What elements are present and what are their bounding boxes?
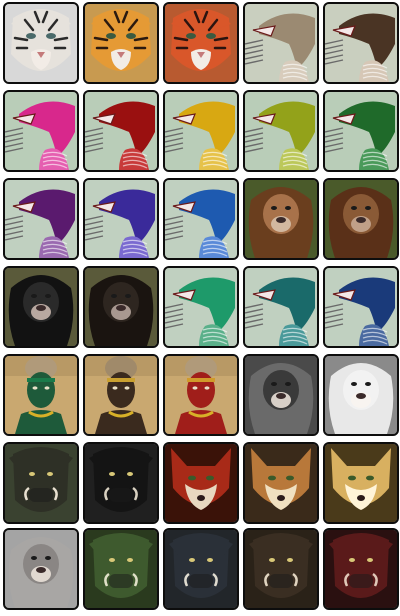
lion-face-image: [245, 180, 317, 258]
hair-side-face-image: [165, 92, 237, 170]
fox-face-image: [325, 444, 397, 522]
hair-side-face-image: [245, 268, 317, 346]
texture-thumbnail[interactable]: [243, 90, 319, 172]
texture-swatch-grid: [0, 0, 400, 616]
hair-side-face-image: [245, 92, 317, 170]
texture-thumbnail[interactable]: [163, 354, 239, 436]
texture-thumbnail[interactable]: [83, 354, 159, 436]
texture-thumbnail[interactable]: [83, 178, 159, 260]
boar-face-image: [165, 530, 237, 608]
boar-face-image: [325, 530, 397, 608]
boar-face-image: [85, 444, 157, 522]
texture-thumbnail[interactable]: [163, 90, 239, 172]
boar-face-image: [245, 530, 317, 608]
lion-face-image: [245, 356, 317, 434]
texture-thumbnail[interactable]: [3, 90, 79, 172]
boar-face-image: [5, 444, 77, 522]
texture-thumbnail[interactable]: [83, 266, 159, 348]
texture-thumbnail[interactable]: [163, 266, 239, 348]
texture-thumbnail[interactable]: [323, 90, 399, 172]
fox-face-image: [165, 444, 237, 522]
tiger-face-image: [5, 4, 77, 82]
hair-side-face-image: [325, 92, 397, 170]
fox-face-image: [245, 444, 317, 522]
texture-thumbnail[interactable]: [163, 442, 239, 524]
hair-side-face-image: [325, 4, 397, 82]
hair-side-face-image: [85, 180, 157, 258]
texture-thumbnail[interactable]: [83, 90, 159, 172]
texture-thumbnail[interactable]: [83, 2, 159, 84]
warrior-face-image: [165, 356, 237, 434]
hair-side-face-image: [325, 268, 397, 346]
texture-thumbnail[interactable]: [243, 266, 319, 348]
texture-thumbnail[interactable]: [323, 528, 399, 610]
texture-thumbnail[interactable]: [243, 528, 319, 610]
hair-side-face-image: [5, 180, 77, 258]
tiger-face-image: [85, 4, 157, 82]
texture-thumbnail[interactable]: [3, 178, 79, 260]
texture-thumbnail[interactable]: [323, 266, 399, 348]
hair-side-face-image: [85, 92, 157, 170]
texture-thumbnail[interactable]: [323, 442, 399, 524]
hair-side-face-image: [5, 92, 77, 170]
warrior-face-image: [5, 356, 77, 434]
texture-thumbnail[interactable]: [243, 2, 319, 84]
texture-thumbnail[interactable]: [163, 2, 239, 84]
hair-side-face-image: [165, 268, 237, 346]
texture-thumbnail[interactable]: [323, 178, 399, 260]
texture-thumbnail[interactable]: [163, 178, 239, 260]
lion-face-image: [5, 268, 77, 346]
boar-face-image: [85, 530, 157, 608]
lion-face-image: [325, 356, 397, 434]
texture-thumbnail[interactable]: [323, 2, 399, 84]
texture-thumbnail[interactable]: [3, 266, 79, 348]
texture-thumbnail[interactable]: [3, 354, 79, 436]
texture-thumbnail[interactable]: [243, 178, 319, 260]
hair-side-face-image: [165, 180, 237, 258]
lion-face-image: [5, 530, 77, 608]
texture-thumbnail[interactable]: [243, 442, 319, 524]
texture-thumbnail[interactable]: [3, 442, 79, 524]
texture-thumbnail[interactable]: [323, 354, 399, 436]
texture-thumbnail[interactable]: [3, 2, 79, 84]
lion-face-image: [325, 180, 397, 258]
texture-thumbnail[interactable]: [83, 528, 159, 610]
hair-side-face-image: [245, 4, 317, 82]
tiger-face-image: [165, 4, 237, 82]
texture-thumbnail[interactable]: [243, 354, 319, 436]
texture-thumbnail[interactable]: [163, 528, 239, 610]
lion-face-image: [85, 268, 157, 346]
warrior-face-image: [85, 356, 157, 434]
texture-thumbnail[interactable]: [3, 528, 79, 610]
texture-thumbnail[interactable]: [83, 442, 159, 524]
